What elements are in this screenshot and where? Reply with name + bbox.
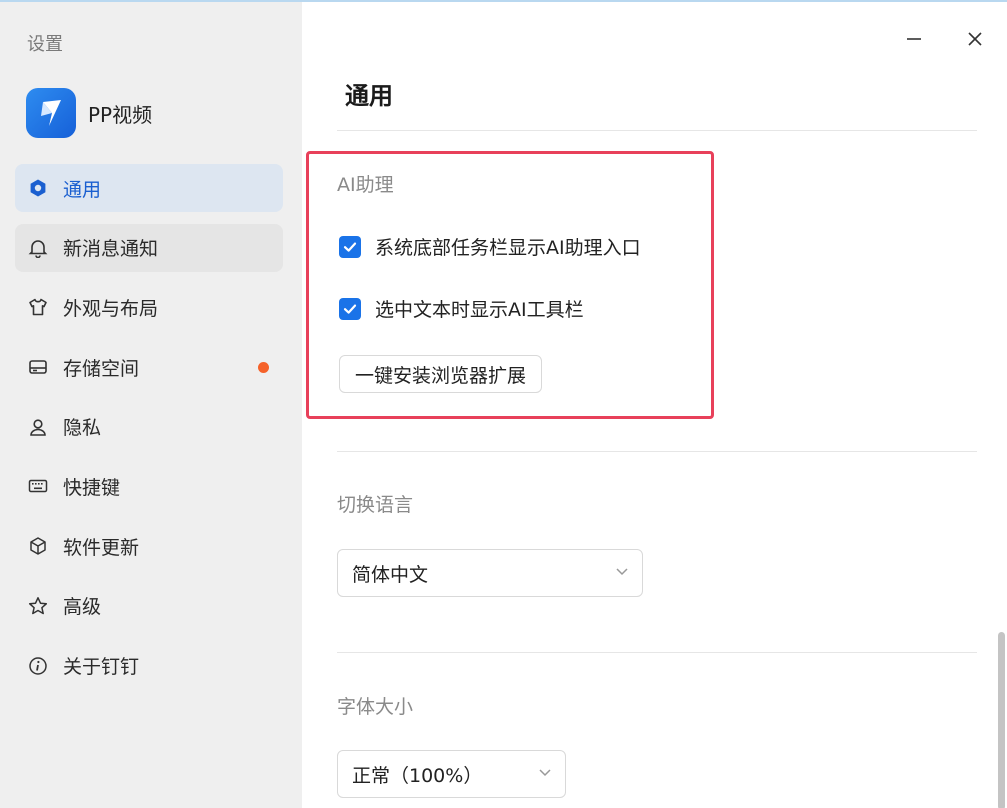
chevron-down-icon xyxy=(537,763,553,785)
keyboard-icon xyxy=(27,475,49,497)
app-logo-icon xyxy=(26,88,76,138)
sidebar-item-storage[interactable]: 存储空间 xyxy=(15,343,283,391)
app-header: PP视频 xyxy=(26,88,152,138)
close-icon xyxy=(967,31,983,51)
info-icon xyxy=(27,655,49,677)
drive-icon xyxy=(27,356,49,378)
sidebar-item-about[interactable]: 关于钉钉 xyxy=(15,642,283,690)
main-panel: 通用 AI助理 系统底部任务栏显示AI助理入口 选中文本时显示AI工具栏 一键安… xyxy=(302,2,1007,808)
sidebar-item-label: 存储空间 xyxy=(63,357,140,380)
sidebar: 设置 PP视频 通用 新消息通知 外观与布局 存储空间 隐私 快捷键 软件更新 … xyxy=(0,2,302,808)
select-value: 简体中文 xyxy=(352,563,429,586)
window-title: 设置 xyxy=(27,34,63,55)
sidebar-item-label: 软件更新 xyxy=(63,536,140,559)
notification-dot xyxy=(258,361,269,373)
language-section-title: 切换语言 xyxy=(337,494,414,516)
sidebar-item-label: 隐私 xyxy=(63,417,102,440)
font-size-section-title: 字体大小 xyxy=(337,696,414,718)
minimize-icon xyxy=(906,31,922,51)
select-value: 正常（100%） xyxy=(352,764,483,787)
sidebar-item-label: 新消息通知 xyxy=(63,238,159,261)
sidebar-item-appearance[interactable]: 外观与布局 xyxy=(15,283,283,331)
star-icon xyxy=(27,595,49,617)
sidebar-item-label: 关于钉钉 xyxy=(63,656,140,678)
sidebar-item-notifications[interactable]: 新消息通知 xyxy=(15,223,283,272)
annotation-highlight-box xyxy=(306,151,714,419)
sidebar-item-label: 外观与布局 xyxy=(63,297,159,320)
divider xyxy=(337,652,977,653)
scrollbar[interactable] xyxy=(998,632,1005,808)
shirt-icon xyxy=(27,296,49,318)
sidebar-item-general[interactable]: 通用 xyxy=(15,164,283,212)
sidebar-item-updates[interactable]: 软件更新 xyxy=(15,522,283,570)
close-button[interactable] xyxy=(962,28,988,54)
bell-icon xyxy=(27,237,49,259)
page-title: 通用 xyxy=(345,82,393,110)
sidebar-item-advanced[interactable]: 高级 xyxy=(15,582,283,630)
divider xyxy=(337,451,977,452)
minimize-button[interactable] xyxy=(901,28,927,54)
chevron-down-icon xyxy=(614,562,630,584)
divider xyxy=(337,130,977,131)
sidebar-item-label: 高级 xyxy=(63,596,102,619)
app-name: PP视频 xyxy=(88,102,153,127)
font-size-select[interactable]: 正常（100%） xyxy=(337,750,566,798)
sidebar-item-label: 通用 xyxy=(63,178,102,201)
gear-icon xyxy=(27,177,49,199)
sidebar-nav: 通用 新消息通知 外观与布局 存储空间 隐私 快捷键 软件更新 高级 关于钉钉 xyxy=(15,164,283,701)
user-icon xyxy=(27,416,49,438)
sidebar-item-shortcuts[interactable]: 快捷键 xyxy=(15,462,283,510)
sidebar-item-label: 快捷键 xyxy=(63,476,121,499)
cube-icon xyxy=(27,535,49,557)
language-select[interactable]: 简体中文 xyxy=(337,549,643,597)
sidebar-item-privacy[interactable]: 隐私 xyxy=(15,403,283,451)
